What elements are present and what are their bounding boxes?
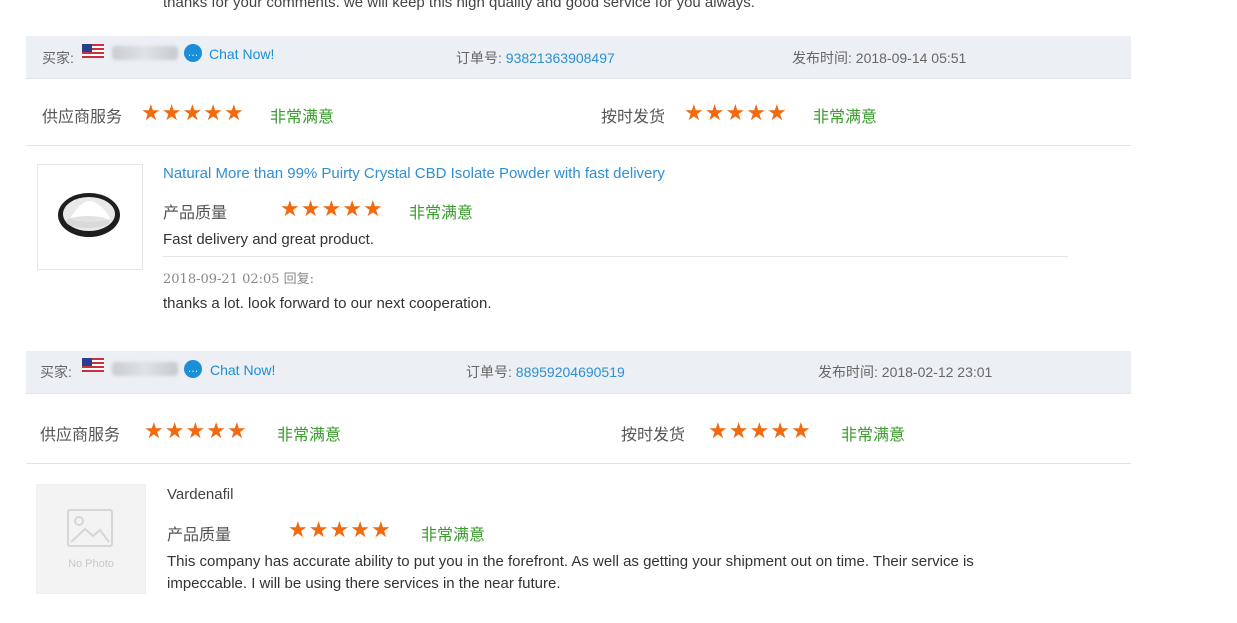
buyer-label: 买家: bbox=[40, 364, 72, 380]
seller-reply: thanks a lot. look forward to our next c… bbox=[163, 295, 492, 312]
star-icon: ★ bbox=[749, 418, 770, 443]
star-icon: ★ bbox=[684, 100, 704, 125]
chat-bubble-icon[interactable]: … bbox=[184, 360, 202, 378]
review-header-bar: 买家: … Chat Now! 订单号: 93821363908497 发布时间… bbox=[26, 36, 1131, 79]
star-icon: ★ bbox=[164, 418, 185, 443]
us-flag-icon bbox=[82, 358, 104, 372]
star-icon: ★ bbox=[362, 196, 383, 221]
publish-date-value: 2018-09-14 05:51 bbox=[855, 50, 967, 66]
star-icon: ★ bbox=[144, 418, 164, 443]
supplier-service-label: 供应商服务 bbox=[42, 109, 123, 126]
star-icon: ★ bbox=[280, 196, 300, 221]
product-thumbnail[interactable] bbox=[37, 164, 143, 270]
quality-stars: ★ ★ ★ ★ ★ bbox=[280, 198, 383, 220]
star-icon: ★ bbox=[203, 100, 223, 125]
reply-meta: 2018-09-21 02:05 回复: bbox=[163, 272, 315, 287]
supplier-service-label: 供应商服务 bbox=[40, 427, 121, 444]
star-icon: ★ bbox=[350, 517, 370, 542]
no-photo-label: No Photo bbox=[68, 558, 114, 570]
star-icon: ★ bbox=[185, 418, 206, 443]
quality-stars: ★ ★ ★ ★ ★ bbox=[288, 519, 391, 541]
chat-now-link[interactable]: Chat Now! bbox=[210, 362, 275, 378]
star-icon: ★ bbox=[728, 418, 749, 443]
product-image bbox=[58, 193, 120, 237]
publish-date-value: 2018-02-12 23:01 bbox=[881, 364, 993, 380]
star-icon: ★ bbox=[206, 418, 226, 443]
image-placeholder-icon bbox=[67, 509, 113, 547]
order-number-link[interactable]: 88959204690519 bbox=[516, 364, 625, 380]
product-title[interactable]: Vardenafil bbox=[167, 486, 233, 503]
store-rating-row: 供应商服务 ★ ★ ★ ★ ★ 非常满意 按时发货 ★ ★ ★ ★ ★ 非常满意 bbox=[26, 397, 1131, 464]
shipping-label: 按时发货 bbox=[601, 109, 666, 126]
star-icon: ★ bbox=[770, 418, 790, 443]
review-comment-line1: This company has accurate ability to put… bbox=[167, 553, 974, 570]
star-icon: ★ bbox=[300, 196, 321, 221]
star-icon: ★ bbox=[308, 517, 329, 542]
star-icon: ★ bbox=[321, 196, 342, 221]
review-header-bar: 买家: … Chat Now! 订单号: 88959204690519 发布时间… bbox=[26, 351, 1131, 394]
star-icon: ★ bbox=[790, 418, 811, 443]
star-icon: ★ bbox=[746, 100, 766, 125]
star-icon: ★ bbox=[725, 100, 746, 125]
star-icon: ★ bbox=[329, 517, 350, 542]
quality-label: 产品质量 bbox=[163, 205, 228, 222]
order-label: 订单号: 93821363908497 bbox=[456, 50, 615, 66]
star-icon: ★ bbox=[141, 100, 161, 125]
product-title-link[interactable]: Natural More than 99% Puirty Crystal CBD… bbox=[163, 165, 665, 182]
shipping-text: 非常满意 bbox=[813, 109, 878, 126]
quality-label: 产品质量 bbox=[167, 527, 232, 544]
product-thumbnail-placeholder[interactable]: No Photo bbox=[36, 484, 146, 594]
star-icon: ★ bbox=[704, 100, 725, 125]
buyer-name-blurred bbox=[112, 46, 178, 60]
review-comment-line2: impeccable. I will be using there servic… bbox=[167, 575, 561, 592]
review-comment: Fast delivery and great product. bbox=[163, 231, 374, 248]
star-icon: ★ bbox=[182, 100, 203, 125]
star-icon: ★ bbox=[370, 517, 391, 542]
chat-now-link[interactable]: Chat Now! bbox=[209, 46, 274, 62]
star-icon: ★ bbox=[223, 100, 244, 125]
store-rating-row: 供应商服务 ★ ★ ★ ★ ★ 非常满意 按时发货 ★ ★ ★ ★ ★ 非常满意 bbox=[26, 79, 1131, 146]
star-icon: ★ bbox=[226, 418, 247, 443]
shipping-label: 按时发货 bbox=[621, 427, 686, 444]
supplier-service-stars: ★ ★ ★ ★ ★ bbox=[141, 102, 244, 124]
order-label: 订单号: 88959204690519 bbox=[466, 364, 625, 380]
buyer-label: 买家: bbox=[42, 50, 74, 66]
supplier-service-text: 非常满意 bbox=[277, 427, 342, 444]
buyer-name-blurred bbox=[112, 362, 178, 376]
star-icon: ★ bbox=[708, 418, 728, 443]
supplier-service-text: 非常满意 bbox=[270, 109, 335, 126]
chat-bubble-icon[interactable]: … bbox=[184, 44, 202, 62]
star-icon: ★ bbox=[288, 517, 308, 542]
publish-date: 发布时间: 2018-09-14 05:51 bbox=[792, 50, 967, 66]
star-icon: ★ bbox=[161, 100, 182, 125]
divider bbox=[163, 256, 1068, 257]
quality-text: 非常满意 bbox=[421, 527, 486, 544]
star-icon: ★ bbox=[766, 100, 787, 125]
supplier-service-stars: ★ ★ ★ ★ ★ bbox=[144, 420, 247, 442]
quality-text: 非常满意 bbox=[409, 205, 474, 222]
star-icon: ★ bbox=[342, 196, 362, 221]
shipping-text: 非常满意 bbox=[841, 427, 906, 444]
previous-reply-text: thanks for your comments. we will keep t… bbox=[163, 0, 755, 11]
publish-date: 发布时间: 2018-02-12 23:01 bbox=[818, 364, 993, 380]
shipping-stars: ★ ★ ★ ★ ★ bbox=[684, 102, 787, 124]
shipping-stars: ★ ★ ★ ★ ★ bbox=[708, 420, 811, 442]
order-number-link[interactable]: 93821363908497 bbox=[506, 50, 615, 66]
us-flag-icon bbox=[82, 44, 104, 58]
